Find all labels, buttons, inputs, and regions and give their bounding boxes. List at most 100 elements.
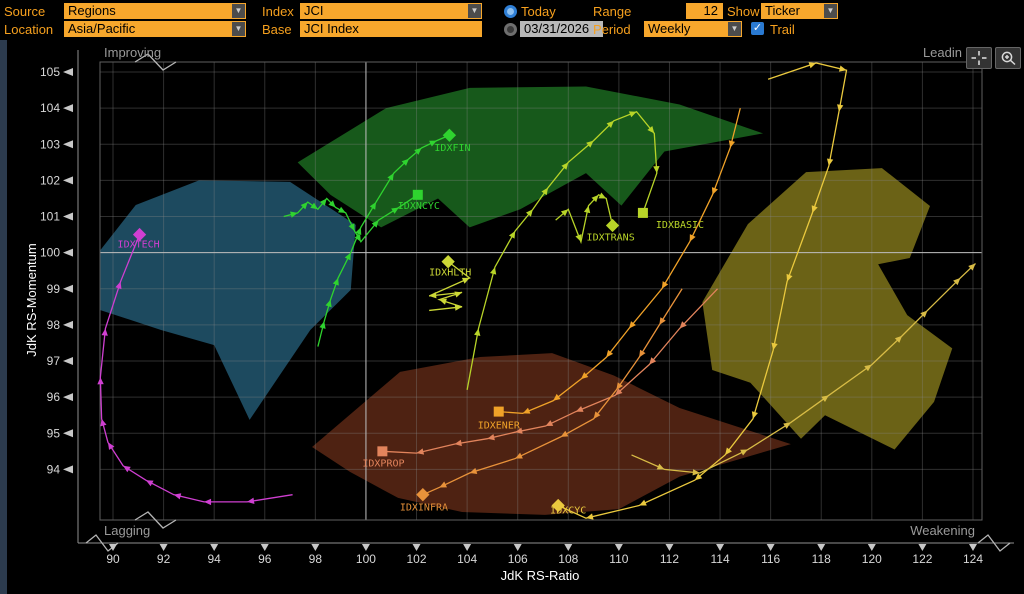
x-tick-label: 90 (106, 552, 120, 566)
y-tick-icon (63, 320, 73, 329)
ticker-label-IDXFIN[interactable]: IDXFIN (434, 143, 470, 154)
today-radio-label: Today (521, 4, 556, 19)
x-axis-title: JdK RS-Ratio (501, 568, 580, 583)
x-tick-label: 96 (258, 552, 272, 566)
head-marker-IDXTRANS[interactable] (605, 218, 620, 233)
zoom-button[interactable] (995, 47, 1021, 69)
quadrant-label-leading: Leadin (923, 45, 962, 60)
quadrant-label-improving: Improving (104, 45, 161, 60)
range-input[interactable]: 12 (686, 3, 723, 19)
head-marker-IDXBASIC[interactable] (637, 207, 648, 218)
x-tick-icon (817, 544, 826, 551)
y-tick-icon (63, 465, 73, 474)
y-tick-icon (63, 176, 73, 185)
ticker-label-IDXBASIC[interactable]: IDXBASIC (656, 220, 704, 231)
base-label: Base (262, 22, 292, 37)
x-tick-label: 108 (558, 552, 578, 566)
base-input[interactable]: JCI Index (300, 21, 482, 37)
y-tick-icon (63, 357, 73, 366)
ticker-label-IDXHLTH[interactable]: IDXHLTH (429, 268, 471, 279)
y-tick-label: 94 (47, 462, 61, 476)
show-dropdown[interactable]: Ticker ▼ (761, 3, 838, 19)
y-tick-label: 105 (40, 65, 60, 79)
x-tick-label: 106 (508, 552, 528, 566)
location-dropdown[interactable]: Asia/Pacific ▼ (64, 21, 246, 37)
y-tick-label: 104 (40, 101, 60, 115)
x-tick-label: 100 (356, 552, 376, 566)
trail-arrow-icon (689, 234, 696, 242)
y-tick-label: 96 (47, 390, 61, 404)
quadrant-label-weakening: Weakening (910, 523, 975, 538)
x-tick-label: 112 (660, 552, 679, 566)
x-tick-label: 110 (609, 552, 628, 566)
trail-arrow-icon (429, 292, 437, 299)
y-tick-label: 100 (40, 246, 60, 260)
trail-arrow-icon (751, 411, 758, 419)
y-tick-icon (63, 393, 73, 402)
chevron-down-icon[interactable]: ▼ (232, 4, 245, 18)
x-tick-icon (513, 544, 522, 551)
chevron-down-icon[interactable]: ▼ (468, 4, 481, 18)
crosshair-button[interactable] (966, 47, 992, 69)
y-tick-icon (63, 104, 73, 113)
y-tick-icon (63, 140, 73, 149)
source-dropdown[interactable]: Regions ▼ (64, 3, 246, 19)
ticker-label-IDXTRANS[interactable]: IDXTRANS (587, 233, 635, 244)
x-tick-icon (665, 544, 674, 551)
date-input[interactable]: 03/31/2026 (520, 21, 603, 37)
ticker-label-IDXENER[interactable]: IDXENER (478, 421, 521, 432)
x-tick-icon (311, 544, 320, 551)
rrg-chart: IDXTECH IDXFIN IDXNCYC IDXBASIC IDXTRANS IDXH… (0, 40, 1024, 594)
index-dropdown[interactable]: JCI ▼ (300, 3, 482, 19)
ticker-label-IDXINFRA[interactable]: IDXINFRA (400, 503, 448, 514)
y-tick-label: 103 (40, 137, 60, 151)
x-tick-label: 120 (862, 552, 882, 566)
leading-blob (297, 86, 764, 228)
trail-arrow-icon (145, 480, 154, 487)
y-tick-icon (63, 284, 73, 293)
date-radio[interactable] (504, 23, 517, 36)
trail-arrow-icon (101, 328, 108, 336)
y-tick-label: 97 (47, 354, 61, 368)
trail-arrow-icon (653, 165, 660, 174)
ticker-label-IDXCYC[interactable]: IDXCYC (550, 506, 586, 517)
y-axis-title: JdK RS-Momentum (24, 243, 39, 356)
period-dropdown[interactable]: Weekly ▼ (644, 21, 742, 37)
chevron-down-icon[interactable]: ▼ (728, 22, 741, 36)
y-tick-label: 98 (47, 318, 61, 332)
x-tick-icon (463, 544, 472, 551)
x-tick-label: 92 (157, 552, 171, 566)
ticker-label-IDXTECH[interactable]: IDXTECH (118, 240, 160, 251)
x-tick-icon (614, 544, 623, 551)
y-tick-label: 99 (47, 282, 61, 296)
x-tick-icon (867, 544, 876, 551)
range-label: Range (593, 4, 632, 19)
x-tick-icon (361, 544, 370, 551)
weakening-blob (702, 168, 953, 450)
y-tick-icon (63, 212, 73, 221)
head-marker-IDXENER[interactable] (493, 406, 504, 417)
trail-arrow-icon (490, 267, 497, 275)
quadrant-label-lagging: Lagging (104, 523, 150, 538)
trail-arrow-icon (711, 187, 718, 195)
head-marker-IDXPROP[interactable] (377, 446, 388, 457)
head-marker-IDXNCYC[interactable] (412, 189, 423, 200)
x-tick-icon (159, 544, 168, 551)
ticker-label-IDXPROP[interactable]: IDXPROP (362, 458, 404, 469)
x-tick-icon (918, 544, 927, 551)
head-marker-IDXHLTH[interactable] (441, 255, 455, 269)
chevron-down-icon[interactable]: ▼ (824, 4, 837, 18)
chevron-down-icon[interactable]: ▼ (232, 22, 245, 36)
x-tick-label: 122 (912, 552, 932, 566)
trail-arrow-icon (639, 349, 646, 358)
trail-checkbox[interactable]: ✓ (751, 22, 764, 35)
x-tick-label: 116 (761, 552, 780, 566)
x-tick-icon (766, 544, 775, 551)
x-tick-icon (716, 544, 725, 551)
trail-arrow-icon (808, 62, 817, 69)
today-radio[interactable] (504, 5, 517, 18)
x-tick-label: 118 (812, 552, 831, 566)
x-tick-icon (210, 544, 219, 551)
x-tick-icon (564, 544, 573, 551)
ticker-label-IDXNCYC[interactable]: IDXNCYC (398, 201, 440, 212)
